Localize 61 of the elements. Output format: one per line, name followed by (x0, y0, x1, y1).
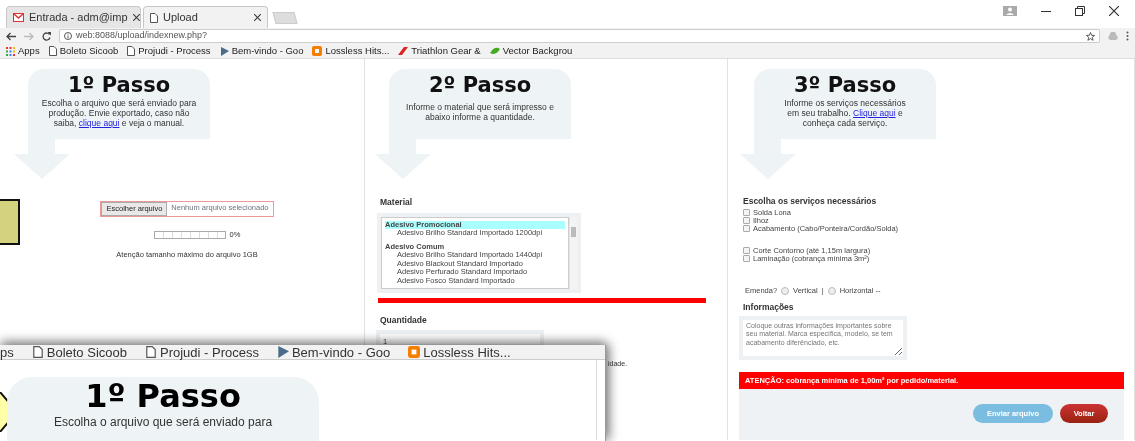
checkbox[interactable] (743, 209, 750, 217)
drive-icon[interactable] (1108, 32, 1118, 40)
wing-icon (398, 47, 409, 55)
step-description: Escolha o arquivo que será enviado para (52, 415, 274, 429)
restore-icon[interactable] (1075, 6, 1085, 16)
step-heading: 1º Passo (84, 377, 242, 415)
bookmark-link[interactable]: Vector Backgrou (502, 43, 573, 59)
step-heading: 3º Passo (792, 72, 898, 98)
bookmark-link[interactable]: Apps (18, 43, 40, 59)
page-icon (144, 346, 157, 358)
material-listbox[interactable] (377, 212, 581, 293)
browser-tab[interactable]: Entrada - adm@imp (6, 6, 141, 28)
address-bar[interactable]: web:8088/upload/indexnew.php? (59, 29, 1100, 43)
step-heading: 1º Passo (66, 72, 172, 98)
checkbox[interactable] (743, 225, 750, 233)
scrollbar[interactable] (569, 216, 577, 289)
close-icon[interactable] (254, 14, 261, 21)
manual-link[interactable]: Clique aqui (853, 108, 896, 118)
checkbox[interactable] (743, 255, 750, 263)
blog-icon (408, 346, 421, 358)
flag-icon (219, 46, 229, 56)
field-label: Quantidade (380, 313, 428, 327)
reload-icon[interactable] (42, 31, 51, 41)
url-text: web:8088/upload/indexnew.php? (76, 29, 209, 43)
page-icon (150, 12, 158, 23)
page-icon (48, 46, 57, 56)
bookmark-link[interactable]: Boleto Sicoob (59, 43, 119, 59)
star-icon[interactable] (1086, 31, 1095, 41)
radio-button[interactable] (781, 286, 790, 295)
page-icon (127, 46, 136, 56)
checkbox[interactable] (743, 217, 750, 225)
step-description: Informe o material que será impresso e abaixo informe a quantidade. (405, 102, 555, 122)
mail-icon (13, 13, 24, 22)
field-label: Informações (743, 300, 795, 314)
profile-icon[interactable] (1003, 6, 1017, 16)
bookmark-link[interactable]: Lossless Hits... (325, 43, 390, 59)
step-heading: 2º Passo (427, 72, 533, 98)
field-label: Escolha os serviços necessários (743, 195, 878, 208)
bookmark-link[interactable]: Projudi - Process (138, 43, 211, 59)
bookmark-link[interactable]: Bem-vindo - Goo (231, 43, 304, 59)
step-description: Informe os serviços necessários em seu trabalho. Clique aqui e conheça cada serviço. (783, 98, 907, 128)
checkbox[interactable] (743, 247, 750, 255)
close-icon[interactable] (1109, 6, 1119, 16)
leaf-icon (489, 47, 500, 55)
info-icon (64, 32, 72, 40)
flag-icon (276, 346, 289, 358)
manual-link[interactable]: clique aqui (78, 118, 120, 128)
shape-block (0, 199, 20, 245)
page-icon (31, 346, 44, 358)
menu-icon[interactable] (1126, 31, 1129, 41)
new-tab-button[interactable] (272, 12, 298, 24)
browser-tab[interactable]: Upload (143, 6, 268, 28)
field-label: Material (380, 196, 414, 209)
forward-arrow-icon[interactable] (24, 31, 34, 41)
bookmark-link[interactable]: Triathlon Gear & (411, 43, 481, 59)
blog-icon (312, 46, 323, 56)
radio-button[interactable] (827, 286, 836, 295)
back-arrow-icon[interactable] (6, 31, 16, 41)
close-icon[interactable] (132, 14, 140, 21)
step-description: Escolha o arquivo que será enviado para produção. Envie exportado, caso não saiba, clique aqui e veja o manual. (40, 98, 198, 128)
apps-grid-icon (6, 46, 15, 56)
